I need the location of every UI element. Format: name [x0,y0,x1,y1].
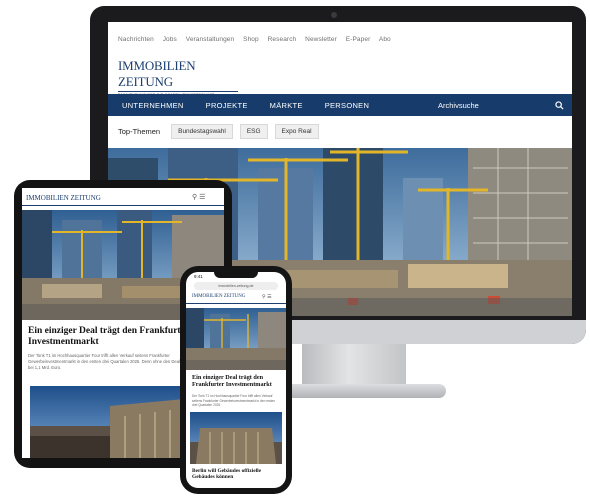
tablet-header-icons: ⚲ ☰ [192,193,205,201]
phone-screen: 9:41 immobilien-zeitung.de IMMOBILIEN ZE… [186,272,286,488]
desktop-top-nav: Nachrichten Jobs Veranstaltungen Shop Re… [118,36,391,43]
main-nav-bar: UNTERNEHMEN PROJEKTE MÄRKTE PERSONEN Arc… [108,94,572,116]
top-topics-label: Top-Themen [118,126,161,136]
search-icon[interactable]: ⚲ [192,194,197,201]
top-nav-item[interactable]: Shop [243,36,259,43]
phone-article-headline-2[interactable]: Berlin will Gebäudes offizielle Gebäudes… [192,468,282,481]
topic-chip-esg[interactable]: ESG [239,123,268,139]
archive-search-label: Archivsuche [438,100,479,110]
phone-article-teaser: Der Tonk T1 im Hochhausquartier Four tri… [192,394,276,408]
phone-article-headline[interactable]: Ein einziger Deal trägt den Frankfurter … [192,374,282,388]
top-nav-item[interactable]: Newsletter [305,36,337,43]
menu-icon[interactable]: ☰ [267,294,271,300]
site-logo[interactable]: IMMOBILIEN ZEITUNG FACHZEITUNG FÜR DIE I… [118,58,238,97]
topic-chip-expo-real[interactable]: Expo Real [274,123,319,139]
top-nav-item[interactable]: E-Paper [346,36,371,43]
nav-projekte[interactable]: PROJEKTE [206,101,248,110]
tablet-header-divider [22,205,224,206]
monitor-stand [302,344,406,388]
main-nav-items: UNTERNEHMEN PROJEKTE MÄRKTE PERSONEN [122,94,369,116]
phone-article-image-2[interactable] [190,412,282,464]
phone-notch [214,270,258,278]
phone-url-bar[interactable]: immobilien-zeitung.de [194,282,278,290]
logo-wordmark: IMMOBILIEN ZEITUNG [118,58,196,89]
top-nav-item[interactable]: Jobs [163,36,177,43]
nav-maerkte[interactable]: MÄRKTE [270,101,303,110]
webcam-dot [331,12,337,18]
menu-icon[interactable]: ☰ [199,194,205,201]
phone-hero-image[interactable] [186,308,286,370]
topic-chip-bundestagswahl[interactable]: Bundestagswahl [171,123,233,139]
nav-unternehmen[interactable]: UNTERNEHMEN [122,101,184,110]
phone-status-time: 9:41 [194,274,203,279]
top-nav-item[interactable]: Veranstaltungen [186,36,234,43]
top-nav-item[interactable]: Nachrichten [118,36,154,43]
top-nav-item[interactable]: Abo [379,36,391,43]
search-icon[interactable]: ⚲ [262,294,266,300]
phone-header-icons: ⚲ ☰ [262,294,272,300]
phone-logo[interactable]: IMMOBILIEN ZEITUNG [192,294,245,299]
archive-search[interactable]: Archivsuche [438,94,564,116]
search-icon[interactable] [555,100,564,110]
nav-personen[interactable]: PERSONEN [325,101,370,110]
top-nav-item[interactable]: Research [268,36,297,43]
phone-header-divider [186,303,286,304]
top-topics: Top-Themen Bundestagswahl ESG Expo Real [118,122,319,140]
tablet-logo[interactable]: IMMOBILIEN ZEITUNG [26,194,101,202]
